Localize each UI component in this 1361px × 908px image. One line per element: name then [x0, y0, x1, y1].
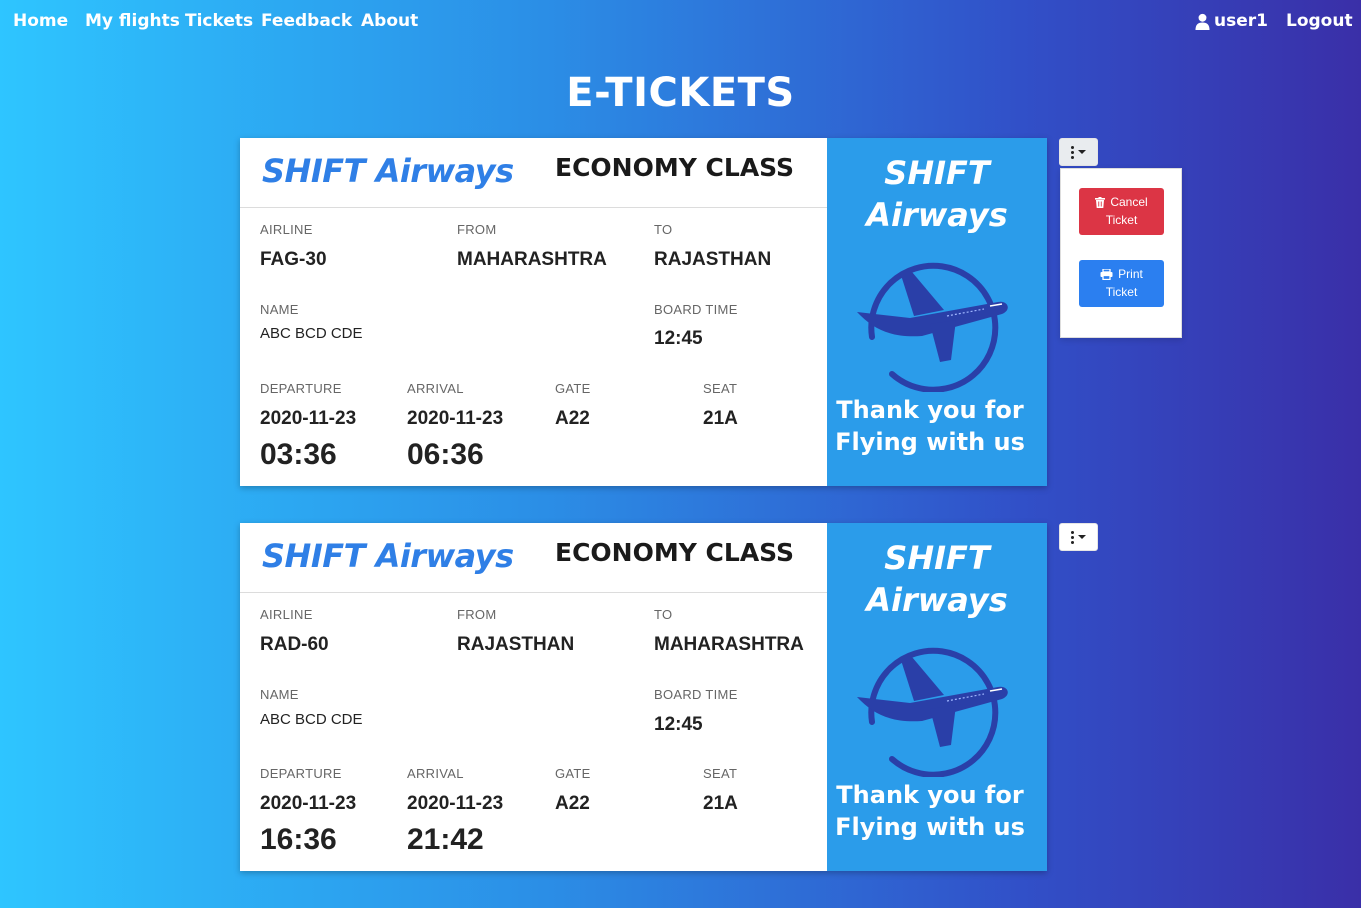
print-ticket-button[interactable]: Print Ticket	[1079, 260, 1164, 307]
username: user1	[1214, 11, 1268, 31]
ticket-brand: SHIFT Airways	[262, 537, 514, 575]
arrival-date: 2020-11-23	[407, 408, 504, 429]
print-icon	[1100, 268, 1113, 281]
thanks-line1: Thank you for	[836, 781, 1024, 809]
ticket-card: SHIFT Airways ECONOMY CLASS AIRLINE RAD-…	[240, 523, 1047, 871]
ticket-class: ECONOMY CLASS	[555, 153, 795, 182]
departure-label: DEPARTURE	[260, 766, 342, 781]
thanks-line2: Flying with us	[835, 813, 1025, 841]
board-time-value: 12:45	[654, 328, 703, 349]
arrival-time: 06:36	[407, 438, 484, 471]
to-value: RAJASTHAN	[654, 249, 772, 270]
thanks-message: Thank you for Flying with us	[827, 779, 1033, 843]
from-label: FROM	[457, 607, 497, 622]
ticket-options-button[interactable]	[1059, 138, 1098, 166]
departure-time: 03:36	[260, 438, 337, 471]
from-value: RAJASTHAN	[457, 634, 575, 655]
ticket-main: SHIFT Airways ECONOMY CLASS AIRLINE FAG-…	[240, 138, 827, 486]
ticket-options-dropdown: Cancel Ticket Print Ticket	[1060, 168, 1182, 338]
departure-date: 2020-11-23	[260, 408, 357, 429]
departure-time: 16:36	[260, 823, 337, 856]
seat-value: 21A	[703, 793, 738, 814]
board-time-value: 12:45	[654, 714, 703, 735]
ticket-side-panel: SHIFT Airways Thank you for Flying with …	[827, 523, 1047, 871]
departure-date: 2020-11-23	[260, 793, 357, 814]
chevron-down-icon	[1078, 150, 1086, 154]
nav-tickets-link[interactable]: Tickets	[185, 11, 253, 31]
to-label: TO	[654, 607, 673, 622]
name-label: NAME	[260, 687, 299, 702]
kebab-menu-icon	[1071, 145, 1074, 159]
cancel-label-line1: Cancel	[1110, 195, 1148, 209]
user-icon	[1195, 13, 1210, 30]
nav-feedback-link[interactable]: Feedback	[261, 11, 352, 31]
airline-label: AIRLINE	[260, 607, 313, 622]
from-value: MAHARASHTRA	[457, 249, 607, 270]
seat-value: 21A	[703, 408, 738, 429]
airplane-logo-icon	[857, 262, 1008, 392]
to-label: TO	[654, 222, 673, 237]
chevron-down-icon	[1078, 535, 1086, 539]
arrival-time: 21:42	[407, 823, 484, 856]
board-time-label: BOARD TIME	[654, 687, 738, 702]
nav-about-link[interactable]: About	[361, 11, 418, 31]
ticket-main: SHIFT Airways ECONOMY CLASS AIRLINE RAD-…	[240, 523, 827, 871]
arrival-label: ARRIVAL	[407, 381, 464, 396]
ticket-divider	[240, 592, 827, 593]
thanks-line2: Flying with us	[835, 428, 1025, 456]
from-label: FROM	[457, 222, 497, 237]
page-title: E-TICKETS	[566, 70, 795, 116]
user-menu[interactable]: user1	[1195, 11, 1268, 31]
print-label-line1: Print	[1118, 267, 1143, 281]
airline-label: AIRLINE	[260, 222, 313, 237]
gate-label: GATE	[555, 766, 591, 781]
logout-link[interactable]: Logout	[1286, 11, 1353, 31]
gate-value: A22	[555, 793, 590, 814]
side-brand-line1: SHIFT	[884, 539, 990, 577]
thanks-line1: Thank you for	[836, 396, 1024, 424]
nav-my-flights-link[interactable]: My flights	[85, 11, 180, 31]
arrival-date: 2020-11-23	[407, 793, 504, 814]
trash-icon	[1095, 197, 1106, 208]
gate-label: GATE	[555, 381, 591, 396]
passenger-name: ABC BCD CDE	[260, 325, 363, 342]
passenger-name: ABC BCD CDE	[260, 711, 363, 728]
gate-value: A22	[555, 408, 590, 429]
airplane-logo-icon	[857, 647, 1008, 777]
board-time-label: BOARD TIME	[654, 302, 738, 317]
print-label-line2: Ticket	[1105, 285, 1138, 299]
name-label: NAME	[260, 302, 299, 317]
side-brand-line2: Airways	[866, 581, 1008, 619]
ticket-options-button[interactable]	[1059, 523, 1098, 551]
navbar: Home My flights Tickets Feedback About u…	[0, 0, 1361, 42]
kebab-menu-icon	[1071, 530, 1074, 544]
arrival-label: ARRIVAL	[407, 766, 464, 781]
thanks-message: Thank you for Flying with us	[827, 394, 1033, 458]
seat-label: SEAT	[703, 381, 738, 396]
departure-label: DEPARTURE	[260, 381, 342, 396]
ticket-side-panel: SHIFT Airways Thank you for Flying with …	[827, 138, 1047, 486]
cancel-ticket-button[interactable]: Cancel Ticket	[1079, 188, 1164, 235]
cancel-label-line2: Ticket	[1105, 213, 1138, 227]
to-value: MAHARASHTRA	[654, 634, 804, 655]
airline-value: FAG-30	[260, 249, 327, 270]
nav-home-link[interactable]: Home	[13, 11, 68, 31]
side-brand: SHIFT Airways	[827, 152, 1047, 236]
ticket-divider	[240, 207, 827, 208]
side-brand-line1: SHIFT	[884, 154, 990, 192]
ticket-card: SHIFT Airways ECONOMY CLASS AIRLINE FAG-…	[240, 138, 1047, 486]
seat-label: SEAT	[703, 766, 738, 781]
ticket-class: ECONOMY CLASS	[555, 538, 795, 567]
side-brand-line2: Airways	[866, 196, 1008, 234]
side-brand: SHIFT Airways	[827, 537, 1047, 621]
ticket-brand: SHIFT Airways	[262, 152, 514, 190]
airline-value: RAD-60	[260, 634, 329, 655]
